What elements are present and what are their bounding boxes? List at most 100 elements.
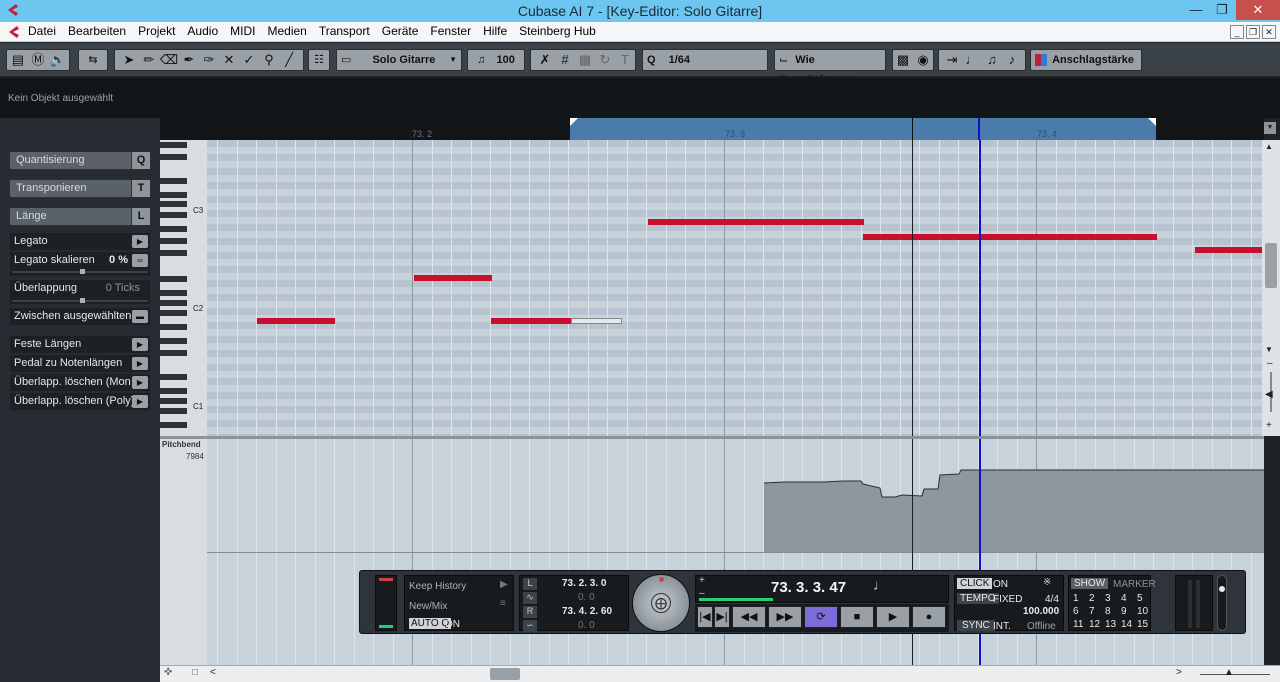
click-button[interactable]: CLICK	[957, 578, 993, 589]
scroll-down-icon[interactable]: ▼	[1265, 345, 1273, 354]
marker-button[interactable]: 2	[1089, 593, 1095, 604]
zoom-minus-icon[interactable]: –	[1267, 358, 1273, 369]
scroll-right-icon[interactable]: >	[1176, 667, 1182, 678]
part-editing-button[interactable]: ☷	[308, 49, 330, 71]
black-key[interactable]	[160, 192, 187, 198]
snap-icon[interactable]: #	[555, 50, 575, 70]
horizontal-zoom-thumb-icon[interactable]: ▲	[1224, 667, 1234, 678]
scroll-up-icon[interactable]: ▲	[1265, 142, 1273, 151]
go-to-end-button[interactable]: ▶|	[714, 606, 730, 628]
marker-button[interactable]: 1	[1073, 593, 1079, 604]
mute-tool-icon[interactable]: ✕	[219, 50, 239, 70]
vertical-scrollbar[interactable]: ▲ ▼ – ◀ +	[1262, 140, 1280, 436]
menu-fenster[interactable]: Fenster	[424, 22, 477, 41]
stop-button[interactable]: ■	[840, 606, 874, 628]
overlap-row[interactable]: Überlappung 0 Ticks	[10, 280, 150, 304]
play-arrow-icon[interactable]: ▶	[132, 338, 148, 351]
play-button[interactable]: ▶	[876, 606, 910, 628]
controller-name[interactable]: Pitchbend	[162, 440, 201, 449]
trim-tool-icon[interactable]: ✒	[179, 50, 199, 70]
punch-in-icon[interactable]: ∿	[523, 592, 537, 604]
black-key[interactable]	[160, 422, 187, 428]
menu-steinberg-hub[interactable]: Steinberg Hub	[513, 22, 602, 41]
note[interactable]	[257, 318, 335, 324]
marker-button[interactable]: 14	[1121, 619, 1132, 630]
record-button[interactable]: ●	[912, 606, 946, 628]
glue-tool-icon[interactable]: ✓	[239, 50, 259, 70]
controller-lane-selector[interactable]: Anschlagstärke	[1030, 49, 1142, 71]
play-arrow-icon[interactable]: ▶	[132, 395, 148, 408]
solo-editor-icon[interactable]: Ⓜ	[28, 50, 48, 70]
menu-hilfe[interactable]: Hilfe	[477, 22, 513, 41]
legato-scale-slider-thumb[interactable]	[80, 269, 85, 274]
show-button[interactable]: SHOW	[1071, 578, 1109, 589]
minimize-icon[interactable]: —	[1182, 0, 1210, 20]
new-mix-label[interactable]: New/Mix	[409, 601, 447, 612]
black-key[interactable]	[160, 238, 187, 244]
go-to-start-button[interactable]: |◀	[697, 606, 713, 628]
lane-setup-icon[interactable]: ✜	[164, 667, 172, 678]
action-delete-overlaps-mono[interactable]: Überlapp. löschen (Mon ▶	[10, 374, 150, 391]
black-key[interactable]	[160, 398, 187, 404]
click-settings-icon[interactable]: ※	[1043, 577, 1051, 588]
legato-scale-row[interactable]: Legato skalieren 0 % ∞	[10, 252, 150, 276]
inspector-section-quantize[interactable]: Quantisierung Q	[9, 151, 151, 170]
history-play-icon[interactable]: ▶	[500, 579, 508, 590]
menu-projekt[interactable]: Projekt	[132, 22, 181, 41]
black-key[interactable]	[160, 300, 187, 306]
marker-button[interactable]: 10	[1137, 606, 1148, 617]
snap-mode-icon[interactable]: ▩	[575, 50, 595, 70]
note[interactable]	[1195, 247, 1262, 253]
marker-button[interactable]: 9	[1121, 606, 1127, 617]
position-add-icon[interactable]: +	[699, 575, 705, 586]
sync-button[interactable]: SYNC	[957, 620, 995, 631]
black-key[interactable]	[160, 212, 187, 218]
action-delete-overlaps-poly[interactable]: Überlapp. löschen (Poly) ▶	[10, 393, 150, 410]
marker-button[interactable]: 3	[1105, 593, 1111, 604]
black-key[interactable]	[160, 226, 187, 232]
pointer-tool-icon[interactable]: ➤	[119, 50, 139, 70]
inspector-toggle-icon[interactable]: ▤	[8, 50, 28, 70]
horizontal-scroll-thumb[interactable]	[490, 668, 520, 680]
menu-medien[interactable]: Medien	[261, 22, 312, 41]
marker-button[interactable]: 4	[1121, 593, 1127, 604]
menu-datei[interactable]: Datei	[22, 22, 62, 41]
black-key[interactable]	[160, 338, 187, 344]
black-key[interactable]	[160, 324, 187, 330]
between-selected-row[interactable]: Zwischen ausgewählten ▬	[10, 308, 150, 325]
zoom-tool-icon[interactable]: ⚲	[259, 50, 279, 70]
play-arrow-icon[interactable]: ▶	[132, 376, 148, 389]
note-format-icon[interactable]: ♩	[873, 577, 888, 594]
restore-icon[interactable]: ❐	[1208, 0, 1236, 20]
overlap-value[interactable]: 0 Ticks	[106, 280, 140, 297]
close-icon[interactable]: ✕	[1236, 0, 1280, 20]
signature-value[interactable]: 4/4	[1045, 594, 1059, 605]
menu-bearbeiten[interactable]: Bearbeiten	[62, 22, 132, 41]
ruler[interactable]: 73. 2 73. 3 73. 4	[160, 118, 1264, 140]
left-locator-icon[interactable]: L	[523, 578, 537, 590]
tempo-value[interactable]: 100.000	[1023, 606, 1059, 617]
marker-button[interactable]: 11	[1073, 619, 1083, 630]
inspector-section-length[interactable]: Länge L	[9, 207, 151, 226]
jog-center-icon[interactable]: ⨁	[651, 593, 671, 613]
draw-tool-icon[interactable]: ✏	[139, 50, 159, 70]
horizontal-scrollbar[interactable]: ✜ □ < > ▲	[160, 665, 1280, 682]
mdi-minimize-icon[interactable]: _	[1230, 25, 1244, 39]
length-quantize-selector[interactable]: ⌙ Wie Quantisierung	[774, 49, 886, 86]
master-level-knob[interactable]	[1219, 586, 1225, 592]
black-key[interactable]	[160, 178, 187, 184]
menu-audio[interactable]: Audio	[181, 22, 224, 41]
black-key[interactable]	[160, 388, 187, 394]
horizontal-zoom-slider[interactable]	[1200, 674, 1270, 675]
overlap-slider-thumb[interactable]	[80, 298, 85, 303]
black-key[interactable]	[160, 408, 187, 414]
line-tool-icon[interactable]: ╱	[279, 50, 299, 70]
vertical-zoom-thumb-icon[interactable]: ◀	[1265, 389, 1273, 400]
punch-out-icon[interactable]: ∽	[523, 620, 537, 632]
legato-scale-value[interactable]: 0 %	[109, 252, 128, 269]
menu-midi[interactable]: MIDI	[224, 22, 261, 41]
right-locator-icon[interactable]: R	[523, 606, 537, 618]
menu-transport[interactable]: Transport	[313, 22, 376, 41]
black-key[interactable]	[160, 154, 187, 160]
track-selector[interactable]: ▭ Solo Gitarre ▼	[336, 49, 462, 71]
